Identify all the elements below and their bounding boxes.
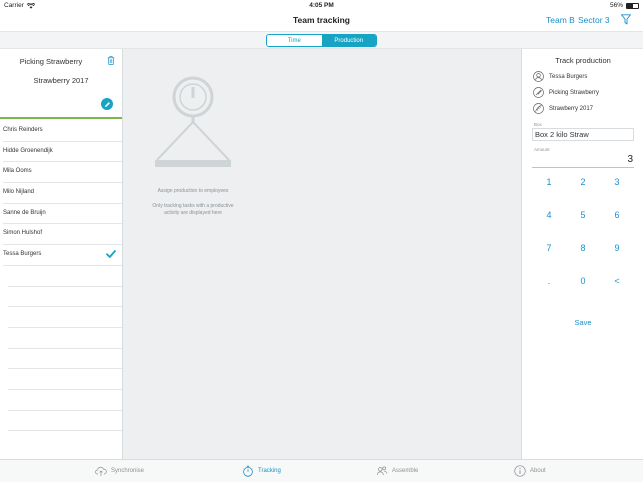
employee-row[interactable]: Milo Nijland — [3, 183, 122, 204]
save-button[interactable]: Save — [522, 318, 643, 327]
key-9[interactable]: 9 — [600, 243, 634, 259]
employee-row[interactable]: Chris Reinders — [3, 121, 122, 142]
tab-label: Synchronise — [111, 468, 145, 474]
tab-tracking[interactable]: Tracking — [242, 465, 281, 477]
empty-row — [8, 369, 122, 390]
info-icon — [514, 465, 526, 477]
empty-row — [8, 349, 122, 370]
tab-synchronise[interactable]: Synchronise — [95, 465, 144, 477]
key-2[interactable]: 2 — [566, 177, 600, 193]
key-backspace[interactable]: < — [600, 276, 634, 292]
employee-panel: Picking Strawberry Strawberry 2017 Chris… — [0, 49, 123, 459]
activity-header: Picking Strawberry Strawberry 2017 — [0, 49, 122, 119]
team-selector[interactable]: Team B — [546, 15, 575, 25]
battery-icon — [626, 2, 639, 9]
tab-about[interactable]: About — [514, 465, 546, 477]
panel-title: Track production — [555, 56, 611, 65]
checkmark-icon — [106, 250, 116, 259]
mode-toolbar: Time Production — [0, 31, 643, 49]
employee-row[interactable]: Sanne de Bruijn — [3, 204, 122, 225]
nav-bar: Team tracking Team B Sector 3 — [0, 11, 643, 31]
stopwatch-icon — [243, 465, 253, 477]
edit-activity-button[interactable] — [101, 98, 113, 110]
battery-indicator: 56% — [610, 2, 639, 9]
amount-label: Amount — [534, 147, 550, 152]
track-production-panel: Track production Tessa Burgers Picking S… — [521, 49, 643, 459]
trash-icon[interactable] — [107, 56, 115, 65]
tab-label: Assemble — [392, 468, 419, 474]
key-7[interactable]: 7 — [532, 243, 566, 259]
empty-row — [8, 328, 122, 349]
mode-segmented-control: Time Production — [266, 34, 377, 47]
key-1[interactable]: 1 — [532, 177, 566, 193]
key-0[interactable]: 0 — [566, 276, 600, 292]
productive-hint-line: activity are displayed here — [164, 209, 222, 216]
key-6[interactable]: 6 — [600, 210, 634, 226]
employee-row-selected[interactable]: Tessa Burgers — [3, 245, 122, 266]
crop-label: Strawberry 2017 — [549, 105, 594, 112]
box-select[interactable]: Box 2 kilo Straw — [532, 128, 634, 141]
empty-row — [8, 287, 122, 308]
empty-row — [8, 411, 122, 432]
production-area: Assign production to employees Only trac… — [123, 49, 521, 459]
activity-icon — [533, 87, 544, 98]
employee-list: Chris Reinders Hidde Groenendijk Mila Oo… — [0, 121, 122, 432]
tab-bar: Synchronise Tracking Assemble About — [0, 459, 643, 482]
tab-label: About — [530, 468, 546, 474]
pencil-icon — [104, 101, 110, 107]
key-5[interactable]: 5 — [566, 210, 600, 226]
person-icon — [533, 71, 544, 82]
battery-percent: 56% — [609, 2, 623, 9]
employee-label: Tessa Burgers — [549, 73, 588, 80]
employee-name: Tessa Burgers — [3, 251, 42, 258]
selected-employee: Tessa Burgers — [533, 71, 587, 82]
tab-assemble[interactable]: Assemble — [376, 465, 418, 477]
employee-row[interactable]: Hidde Groenendijk — [3, 142, 122, 163]
segment-time[interactable]: Time — [267, 35, 322, 46]
employee-name: Mila Ooms — [3, 168, 32, 175]
employee-row[interactable]: Simon Hulshof — [3, 224, 122, 246]
scale-icon — [155, 76, 231, 167]
empty-row — [8, 390, 122, 411]
activity-crop: Strawberry 2017 — [33, 76, 89, 85]
activity-label: Picking Strawberry — [549, 89, 600, 96]
filter-icon[interactable] — [621, 14, 631, 25]
key-4[interactable]: 4 — [532, 210, 566, 226]
empty-row — [8, 307, 122, 328]
cloud-sync-icon — [95, 466, 107, 476]
amount-input[interactable]: 3 — [532, 154, 634, 168]
employee-name: Milo Nijland — [3, 189, 35, 196]
people-icon — [376, 466, 388, 476]
tab-label: Tracking — [258, 468, 281, 474]
status-bar: Carrier 4:05 PM 56% — [0, 0, 643, 11]
employee-row[interactable]: Mila Ooms — [3, 162, 122, 184]
key-3[interactable]: 3 — [600, 177, 634, 193]
assign-hint: Assign production to employees — [157, 188, 229, 194]
selected-activity: Picking Strawberry — [533, 87, 599, 98]
empty-row — [8, 266, 122, 287]
employee-name: Hidde Groenendijk — [3, 147, 53, 154]
crop-icon — [533, 103, 544, 114]
clock: 4:05 PM — [309, 2, 334, 9]
segment-production[interactable]: Production — [321, 35, 376, 46]
activity-name: Picking Strawberry — [19, 57, 83, 66]
employee-name: Simon Hulshof — [3, 230, 43, 237]
employee-name: Chris Reinders — [3, 127, 43, 133]
key-decimal[interactable]: . — [532, 276, 566, 292]
key-8[interactable]: 8 — [566, 243, 600, 259]
productive-hint: Only tracking tasks with a productive ac… — [123, 203, 263, 216]
selected-crop: Strawberry 2017 — [533, 103, 593, 114]
sector-selector[interactable]: Sector 3 — [578, 15, 610, 25]
employee-name: Sanne de Bruijn — [3, 209, 46, 216]
box-label: Box — [534, 122, 542, 127]
